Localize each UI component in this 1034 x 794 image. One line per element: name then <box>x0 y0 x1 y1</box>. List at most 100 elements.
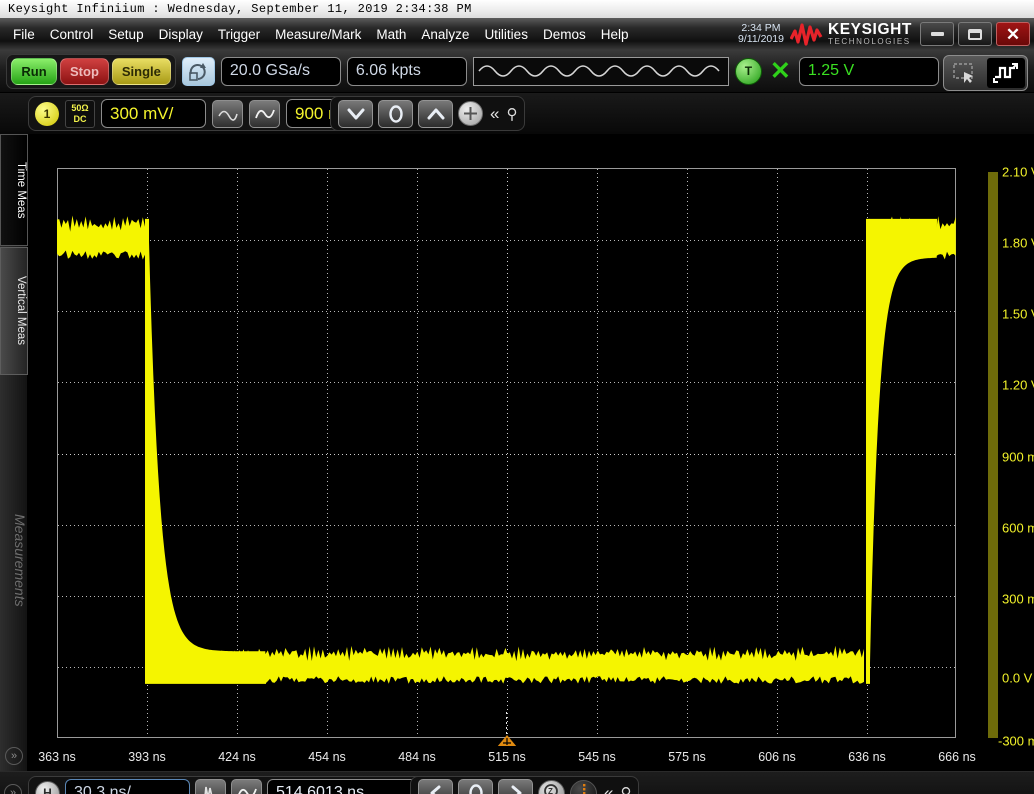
sidebar-bottom-handle[interactable]: » <box>4 784 22 794</box>
horizontal-axis-badge[interactable]: H <box>35 781 60 794</box>
restore-icon <box>968 29 982 40</box>
close-icon: ✕ <box>1006 26 1020 43</box>
lowpass-icon <box>217 105 239 123</box>
sine-icon <box>254 105 276 123</box>
marquee-select-icon <box>952 62 978 84</box>
minimize-button[interactable] <box>920 22 954 46</box>
run-control-group: Run Stop Single <box>6 54 176 89</box>
chevron-left-icon <box>428 785 444 794</box>
offset-zero-button[interactable] <box>378 100 413 128</box>
clear-display-button[interactable] <box>182 57 215 86</box>
sidebar-expand-button[interactable]: » <box>5 747 23 765</box>
single-button[interactable]: Single <box>112 58 171 85</box>
menu-item-measure-mark[interactable]: Measure/Mark <box>268 24 368 45</box>
left-sidebar: Time Meas Vertical Meas Measurements » <box>0 134 28 771</box>
trigger-cross-icon[interactable]: ✕ <box>768 59 793 84</box>
sidebar-section-measurements: Measurements <box>0 514 28 607</box>
position-zero-button[interactable] <box>458 779 493 794</box>
timebase-mode-sine-button[interactable] <box>231 779 262 794</box>
time-axis-labels: 363 ns 393 ns 424 ns 454 ns 484 ns 515 n… <box>28 746 1034 771</box>
x-tick-label: 636 ns <box>848 750 886 764</box>
memory-depth-field[interactable]: 6.06 kpts <box>347 57 467 86</box>
autoscale-button[interactable] <box>987 58 1025 88</box>
vertical-range-bar[interactable] <box>988 172 998 738</box>
menu-item-utilities[interactable]: Utilities <box>477 24 535 45</box>
impedance-value: 50Ω <box>66 103 94 114</box>
menu-item-analyze[interactable]: Analyze <box>414 24 476 45</box>
x-tick-label: 363 ns <box>38 750 76 764</box>
zero-icon <box>467 783 485 794</box>
trigger-badge[interactable]: T <box>735 58 762 85</box>
menu-item-control[interactable]: Control <box>43 24 101 45</box>
y-tick-label: 1.50 V <box>1002 307 1034 322</box>
keysight-wordmark: KEYSIGHT TECHNOLOGIES <box>828 22 912 46</box>
menu-item-display[interactable]: Display <box>152 24 210 45</box>
vertical-scale: 2.10 V 1.80 V 1.50 V 1.20 V 900 mV 600 m… <box>988 168 1034 738</box>
x-tick-label: 424 ns <box>218 750 256 764</box>
y-tick-label: 1.20 V <box>1002 378 1034 393</box>
sine-icon <box>236 784 258 794</box>
waveform-preview[interactable] <box>473 57 729 86</box>
trace-geometry <box>57 216 956 686</box>
marquee-select-button[interactable] <box>946 58 984 88</box>
channel-nav-group: « ⚲ <box>330 96 525 131</box>
sidebar-tab-time-meas[interactable]: Time Meas <box>0 134 28 246</box>
timebase-mode-glitch-button[interactable] <box>195 779 226 794</box>
channel-1-indicator[interactable]: 1 <box>35 102 59 126</box>
y-tick-label: 2.10 V <box>1002 165 1034 180</box>
menu-bar: File Control Setup Display Trigger Measu… <box>0 18 1034 50</box>
close-button[interactable]: ✕ <box>996 22 1030 46</box>
timebase-toolbar: » H 30.3 ns/ 514.6013 ns <box>0 771 1034 794</box>
glitch-icon <box>200 784 222 794</box>
clock: 2:34 PM 9/11/2019 <box>732 23 790 45</box>
zoom-window-button[interactable]: Z <box>538 780 565 794</box>
zoom-icon: Z <box>542 783 562 794</box>
position-next-button[interactable] <box>498 779 533 794</box>
y-tick-label: 0.0 V <box>1002 671 1032 686</box>
refresh-icon <box>187 60 209 82</box>
x-tick-label: 454 ns <box>308 750 346 764</box>
x-tick-label: 575 ns <box>668 750 706 764</box>
x-tick-label: 545 ns <box>578 750 616 764</box>
timebase-scale-field[interactable]: 30.3 ns/ <box>65 779 190 794</box>
x-tick-label: 606 ns <box>758 750 796 764</box>
offset-up-button[interactable] <box>418 100 453 128</box>
pin-channel-bar-button[interactable]: ⚲ <box>506 105 517 123</box>
clock-date: 9/11/2019 <box>738 34 784 45</box>
offset-down-button[interactable] <box>338 100 373 128</box>
coupling-value: DC <box>66 114 94 125</box>
collapse-channel-bar-button[interactable]: « <box>488 104 501 124</box>
bandwidth-limit-button[interactable] <box>212 100 243 128</box>
minimize-icon <box>931 32 944 36</box>
menu-item-trigger[interactable]: Trigger <box>211 24 267 45</box>
chevron-down-icon <box>347 107 365 121</box>
menu-item-help[interactable]: Help <box>594 24 636 45</box>
restore-button[interactable] <box>958 22 992 46</box>
menu-item-file[interactable]: File <box>6 24 42 45</box>
pin-timebase-bar-button[interactable]: ⚲ <box>620 784 631 794</box>
add-channel-button[interactable] <box>458 101 483 126</box>
timebase-nav-group: Z « ⚲ <box>410 776 639 794</box>
menu-item-list: File Control Setup Display Trigger Measu… <box>0 24 635 45</box>
channel-impedance-button[interactable]: 50Ω DC <box>65 100 95 128</box>
coupling-mode-button[interactable] <box>249 100 280 128</box>
trigger-level-field[interactable]: 1.25 V <box>799 57 939 86</box>
title-bar-right-group: 2:34 PM 9/11/2019 KEYSIGHT TECHNOLOGIES … <box>732 18 1034 50</box>
window-title-bar: Keysight Infiniium : Wednesday, Septembe… <box>0 0 1034 18</box>
autoscale-icon <box>992 61 1020 85</box>
segmented-memory-button[interactable] <box>570 780 597 794</box>
run-button[interactable]: Run <box>11 58 57 85</box>
position-prev-button[interactable] <box>418 779 453 794</box>
vertical-scale-field[interactable]: 300 mV/ <box>101 99 206 128</box>
sidebar-tab-vertical-meas[interactable]: Vertical Meas <box>0 247 28 375</box>
stop-button[interactable]: Stop <box>60 58 109 85</box>
keysight-logo: KEYSIGHT TECHNOLOGIES <box>790 22 920 46</box>
collapse-timebase-bar-button[interactable]: « <box>602 783 615 794</box>
y-tick-label: 300 mV <box>1002 592 1034 607</box>
x-tick-label: 484 ns <box>398 750 436 764</box>
channel-1-trace <box>57 168 956 738</box>
menu-item-demos[interactable]: Demos <box>536 24 593 45</box>
menu-item-setup[interactable]: Setup <box>101 24 150 45</box>
sample-rate-field[interactable]: 20.0 GSa/s <box>221 57 341 86</box>
menu-item-math[interactable]: Math <box>369 24 413 45</box>
